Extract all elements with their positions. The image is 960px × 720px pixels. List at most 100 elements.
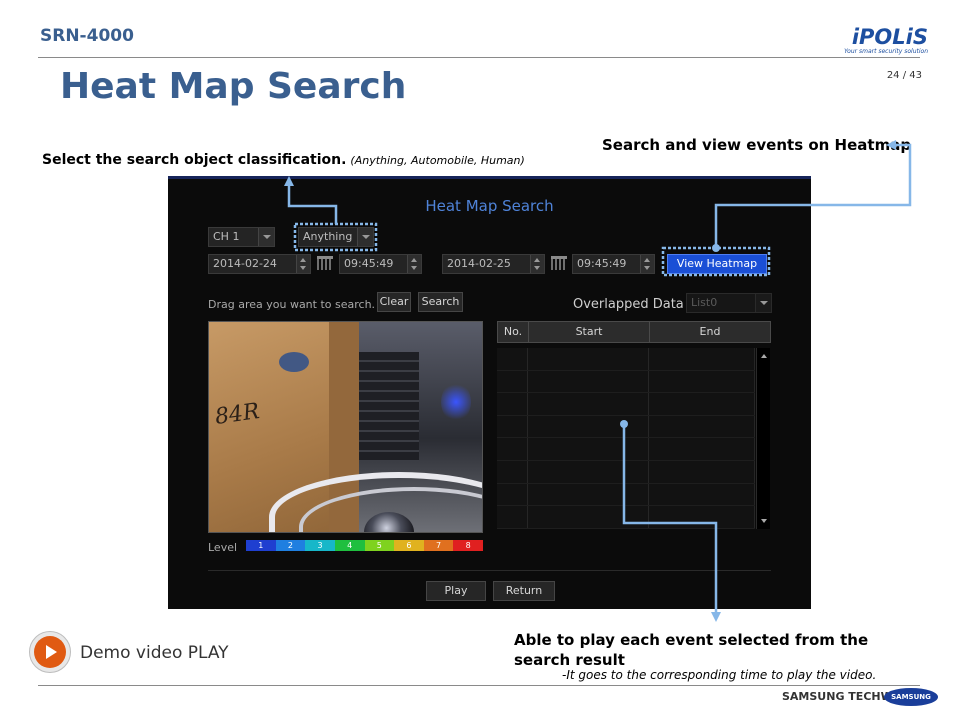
drag-hint: Drag area you want to search. — [208, 298, 376, 311]
start-date-field[interactable]: 2014-02-24 — [208, 254, 311, 274]
search-button[interactable]: Search — [418, 292, 463, 312]
table-cell — [649, 460, 755, 483]
table-cell — [528, 483, 649, 506]
channel-value: CH 1 — [213, 230, 240, 243]
play-icon — [34, 636, 66, 668]
stepper-icon[interactable] — [407, 255, 421, 273]
channel-select[interactable]: CH 1 — [208, 227, 275, 247]
play-button[interactable]: Play — [426, 581, 486, 601]
table-scrollbar[interactable] — [756, 348, 770, 529]
level-swatch: 5 — [364, 540, 395, 551]
screen-top-bar — [168, 176, 811, 179]
annotation-object-class-note: (Anything, Automobile, Human) — [350, 154, 525, 167]
table-row[interactable] — [497, 460, 755, 484]
footer-divider — [38, 685, 920, 686]
feed-box-logo — [279, 352, 309, 372]
annotation-object-class-text: Select the search object classification. — [42, 152, 347, 168]
end-date-field[interactable]: 2014-02-25 — [442, 254, 545, 274]
results-table: No. Start End — [497, 321, 771, 529]
column-header-start: Start — [529, 322, 650, 342]
logo-tagline: Your smart security solution — [844, 48, 928, 55]
table-cell — [528, 460, 649, 483]
overlapped-data-select[interactable]: List0 — [686, 293, 772, 313]
return-button[interactable]: Return — [493, 581, 555, 601]
level-swatch: 7 — [423, 540, 454, 551]
annotation-view-heatmap: Search and view events on Heatmap — [602, 136, 912, 154]
table-cell — [497, 460, 528, 483]
feed-blue-light — [441, 382, 471, 422]
table-row[interactable] — [497, 393, 755, 416]
table-cell — [497, 506, 528, 528]
table-row[interactable] — [497, 506, 755, 529]
calendar-icon[interactable] — [317, 256, 333, 270]
table-cell — [528, 348, 649, 370]
start-time-value: 09:45:49 — [344, 257, 394, 270]
overlapped-data-label: Overlapped Data — [573, 297, 684, 312]
table-cell — [528, 506, 649, 528]
level-swatch: 1 — [246, 540, 276, 551]
table-cell — [649, 370, 755, 393]
table-cell — [497, 370, 528, 393]
scroll-up-icon[interactable] — [761, 354, 767, 358]
object-class-value: Anything — [303, 230, 353, 243]
annotation-play-event: Able to play each event selected from th… — [514, 631, 869, 669]
end-time-field[interactable]: 09:45:49 — [572, 254, 655, 274]
level-swatch: 6 — [394, 540, 424, 551]
table-cell — [649, 348, 755, 370]
dialog-divider — [208, 570, 771, 571]
chevron-down-icon — [258, 228, 274, 246]
slide-title: Heat Map Search — [60, 66, 407, 107]
table-cell — [497, 483, 528, 506]
table-cell — [649, 483, 755, 506]
table-cell — [528, 393, 649, 415]
stepper-icon[interactable] — [640, 255, 654, 273]
dvr-screen: Heat Map Search CH 1 Anything 2014-02-24… — [168, 176, 811, 609]
chevron-down-icon — [755, 294, 771, 312]
scroll-down-icon[interactable] — [761, 519, 767, 523]
start-date-value: 2014-02-24 — [213, 257, 277, 270]
level-swatch: 3 — [305, 540, 335, 551]
table-row[interactable] — [497, 370, 755, 394]
object-class-select[interactable]: Anything — [298, 227, 374, 247]
logo-wordmark: iPOLiS — [851, 25, 928, 49]
page-number: 24 / 43 — [886, 70, 922, 81]
start-time-field[interactable]: 09:45:49 — [339, 254, 422, 274]
table-cell — [528, 438, 649, 460]
annotation-play-event-note: -It goes to the corresponding time to pl… — [562, 668, 877, 682]
annotation-object-class: Select the search object classification.… — [42, 152, 525, 168]
ipolis-logo: iPOLiS Your smart security solution — [836, 26, 928, 58]
product-name: SRN-4000 — [40, 26, 134, 46]
table-cell — [649, 506, 755, 528]
table-cell — [497, 393, 528, 415]
stepper-icon[interactable] — [296, 255, 310, 273]
level-swatch: 4 — [334, 540, 365, 551]
table-row[interactable] — [497, 438, 755, 461]
table-cell — [649, 393, 755, 415]
dialog-title: Heat Map Search — [425, 197, 554, 215]
demo-video-label[interactable]: Demo video PLAY — [80, 643, 229, 663]
table-row[interactable] — [497, 348, 755, 371]
table-cell — [497, 438, 528, 460]
column-header-end: End — [699, 325, 721, 338]
camera-feed[interactable]: 84R — [208, 321, 483, 533]
calendar-icon[interactable] — [551, 256, 567, 270]
demo-play-button[interactable] — [29, 631, 71, 673]
end-time-value: 09:45:49 — [577, 257, 627, 270]
table-cell — [497, 415, 528, 438]
table-cell — [649, 415, 755, 438]
stepper-icon[interactable] — [530, 255, 544, 273]
overlapped-data-value: List0 — [691, 296, 718, 309]
chevron-down-icon — [357, 228, 373, 246]
table-cell — [497, 348, 528, 370]
samsung-logo: SAMSUNG — [884, 688, 938, 706]
end-date-value: 2014-02-25 — [447, 257, 511, 270]
header-divider — [38, 57, 920, 58]
level-swatch: 2 — [275, 540, 306, 551]
view-heatmap-button[interactable]: View Heatmap — [667, 254, 767, 274]
table-row[interactable] — [497, 415, 755, 439]
level-label: Level — [208, 541, 238, 554]
table-row[interactable] — [497, 483, 755, 507]
clear-button[interactable]: Clear — [377, 292, 411, 312]
table-header: No. Start End — [497, 321, 771, 343]
table-body — [497, 348, 755, 529]
